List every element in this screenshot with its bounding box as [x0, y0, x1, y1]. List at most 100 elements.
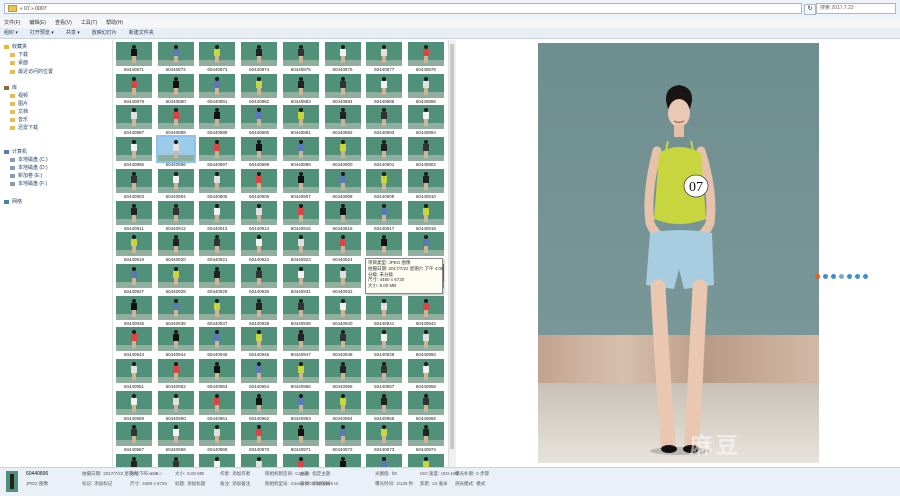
thumbnail-item[interactable]: 60440871 — [116, 42, 152, 73]
thumbnail-item[interactable]: 60440968 — [157, 422, 194, 453]
nav-item[interactable]: 下载 — [10, 51, 28, 58]
thumbnail-item[interactable]: 60440952 — [157, 359, 194, 390]
details-field-value[interactable]: 添加作者 — [232, 471, 250, 476]
thumbnail-item[interactable]: 60440895 — [116, 137, 152, 168]
thumbnail-item[interactable]: 60440971 — [282, 422, 319, 453]
thumbnail-item[interactable]: 60440900 — [324, 137, 361, 168]
thumbnail-item[interactable]: 60440894 — [407, 105, 444, 136]
thumbnail-item[interactable]: 60440901 — [366, 137, 403, 168]
thumbnail-item[interactable]: 60440955 — [282, 359, 319, 390]
details-field-value[interactable]: 添加备注 — [232, 481, 250, 486]
thumbnail-item[interactable]: 60440908 — [324, 168, 361, 200]
thumbnail-item[interactable]: 60440876 — [324, 42, 361, 73]
address-bar[interactable]: « 07 » 0007 — [4, 3, 802, 14]
thumbnail-item[interactable]: 60440893 — [366, 105, 403, 136]
thumbnail-item[interactable]: 60440931 — [282, 263, 319, 295]
thumbnail-item[interactable]: 60440972 — [324, 422, 361, 453]
thumbnail-item[interactable]: 60440921 — [199, 232, 236, 263]
thumbnail-item[interactable]: 60440948 — [324, 327, 361, 358]
thumbnail-item[interactable]: 60440930 — [241, 263, 278, 295]
thumbnail-item[interactable]: 60440953 — [199, 359, 236, 390]
thumbnail-item[interactable]: 60440922 — [241, 232, 278, 263]
thumbnail-item[interactable]: 60440914 — [241, 200, 278, 232]
thumbnail-item[interactable]: 60440929 — [199, 263, 236, 295]
thumbnail-item[interactable]: 60440881 — [199, 73, 236, 105]
thumbnail-item[interactable]: 60440892 — [324, 105, 361, 136]
details-field-value[interactable]: 指定主题 — [312, 471, 330, 476]
thumbnail-item[interactable]: 60440980 — [324, 454, 361, 467]
moon-icon[interactable] — [831, 273, 836, 279]
thumbnail-item[interactable]: 60440944 — [157, 327, 194, 358]
details-field-value[interactable]: 添加版权 — [312, 481, 330, 486]
menu-file[interactable]: 文件(F) — [4, 18, 20, 28]
thumbnail-item[interactable]: 60440947 — [282, 327, 319, 358]
thumbnail-item[interactable]: 60440917 — [366, 200, 403, 232]
thumbnail-item[interactable]: 60440912 — [157, 200, 194, 232]
thumbnail-item[interactable]: 60440873 — [199, 42, 236, 73]
thumbnail-item[interactable]: 60440874 — [241, 42, 278, 73]
thumbnail-item[interactable]: 60440875 — [282, 42, 319, 73]
thumbnail-item[interactable]: 60440958 — [407, 359, 444, 390]
thumbnail-item[interactable]: 60440905 — [199, 168, 236, 200]
settings-icon[interactable] — [863, 273, 868, 279]
menu-edit[interactable]: 编辑(E) — [29, 18, 46, 28]
thumbnail-item[interactable]: 60440935 — [116, 295, 152, 327]
thumbnail-item[interactable]: 60440951 — [116, 359, 152, 390]
thumbnail-item[interactable]: 60440961 — [199, 390, 236, 422]
thumbnail-item[interactable]: 60440941 — [366, 295, 403, 327]
thumbnail-item[interactable]: 60440945 — [199, 327, 236, 358]
thumbnail-item[interactable]: 60440939 — [282, 295, 319, 327]
thumbnail-item[interactable]: 60440940 — [324, 295, 361, 327]
details-field-value[interactable]: 模式 — [476, 481, 485, 486]
refresh-button[interactable]: ↻ — [804, 4, 816, 15]
thumbnail-item[interactable]: 60440950 — [407, 327, 444, 358]
thumbnail-item[interactable]: 60440938 — [241, 295, 278, 327]
thumbnail-item[interactable]: 60440885 — [366, 73, 403, 105]
sogou-icon[interactable] — [815, 273, 820, 279]
thumbnail-item[interactable]: 60440902 — [407, 137, 444, 168]
thumbnail-item[interactable]: 60440909 — [366, 168, 403, 200]
nav-item[interactable]: 音乐 — [10, 116, 28, 123]
thumbnail-item[interactable]: 60440928 — [157, 263, 194, 295]
details-field-value[interactable]: f/8 — [392, 471, 397, 476]
thumbnail-item[interactable]: 60440932 — [324, 263, 361, 295]
thumbnail-item[interactable]: 60440882 — [241, 73, 278, 105]
share-button[interactable]: 共享 ▾ — [66, 28, 80, 38]
nav-item[interactable]: 本地磁盘 (C:) — [10, 156, 48, 163]
nav-item[interactable]: 桌面 — [10, 59, 28, 66]
thumbnail-item[interactable]: 60440954 — [241, 359, 278, 390]
nav-item[interactable]: 收藏夹 — [4, 43, 27, 50]
thumbnail-item[interactable]: 60440888 — [157, 105, 194, 136]
thumbnail-item[interactable]: 60440889 — [199, 105, 236, 136]
nav-item[interactable]: 迅雷下载 — [10, 124, 38, 131]
menu-help[interactable]: 帮助(H) — [106, 18, 123, 28]
menu-view[interactable]: 查看(V) — [55, 18, 72, 28]
thumbnail-item[interactable]: 60440966 — [407, 390, 444, 422]
nav-item[interactable]: 计算机 — [4, 148, 27, 155]
thumbnail-item[interactable]: 60440872 — [157, 42, 194, 73]
thumbnail-item[interactable]: 60440967 — [116, 422, 152, 453]
thumbnail-item[interactable]: 60440965 — [366, 390, 403, 422]
thumbnail-item[interactable]: 60440943 — [116, 327, 152, 358]
thumbnail-item[interactable]: 60440957 — [366, 359, 403, 390]
nav-item[interactable]: 库 — [4, 84, 17, 91]
translate-icon[interactable] — [823, 273, 828, 279]
thumbnail-item[interactable]: 60440903 — [116, 168, 152, 200]
details-field-value[interactable]: 1/125 秒 — [396, 481, 413, 486]
details-field-value[interactable]: 添加标题 — [187, 481, 205, 486]
details-field-value[interactable]: 4480 x 6720 — [142, 481, 167, 486]
thumbnail-item[interactable]: 60440973 — [366, 422, 403, 453]
details-field-value[interactable]: 0 步骤 — [476, 471, 489, 476]
menu-tools[interactable]: 工具(T) — [81, 18, 97, 28]
nav-item[interactable]: 文档 — [10, 108, 28, 115]
thumbnail-item[interactable]: 60440896 — [155, 135, 196, 168]
open-preview-button[interactable]: 打开预览 ▾ — [30, 28, 54, 38]
thumbnail-item[interactable]: 60440883 — [282, 73, 319, 105]
slideshow-button[interactable]: 放映幻灯片 — [92, 28, 117, 38]
thumbnail-item[interactable]: 60440959 — [116, 390, 152, 422]
thumbnail-item[interactable]: 60440880 — [157, 73, 194, 105]
thumbnail-item[interactable]: 60440981 — [366, 454, 403, 467]
thumbnail-item[interactable]: 60440937 — [199, 295, 236, 327]
thumbnail-item[interactable]: 60440979 — [282, 454, 319, 467]
thumbnail-item[interactable]: 60440960 — [157, 390, 194, 422]
